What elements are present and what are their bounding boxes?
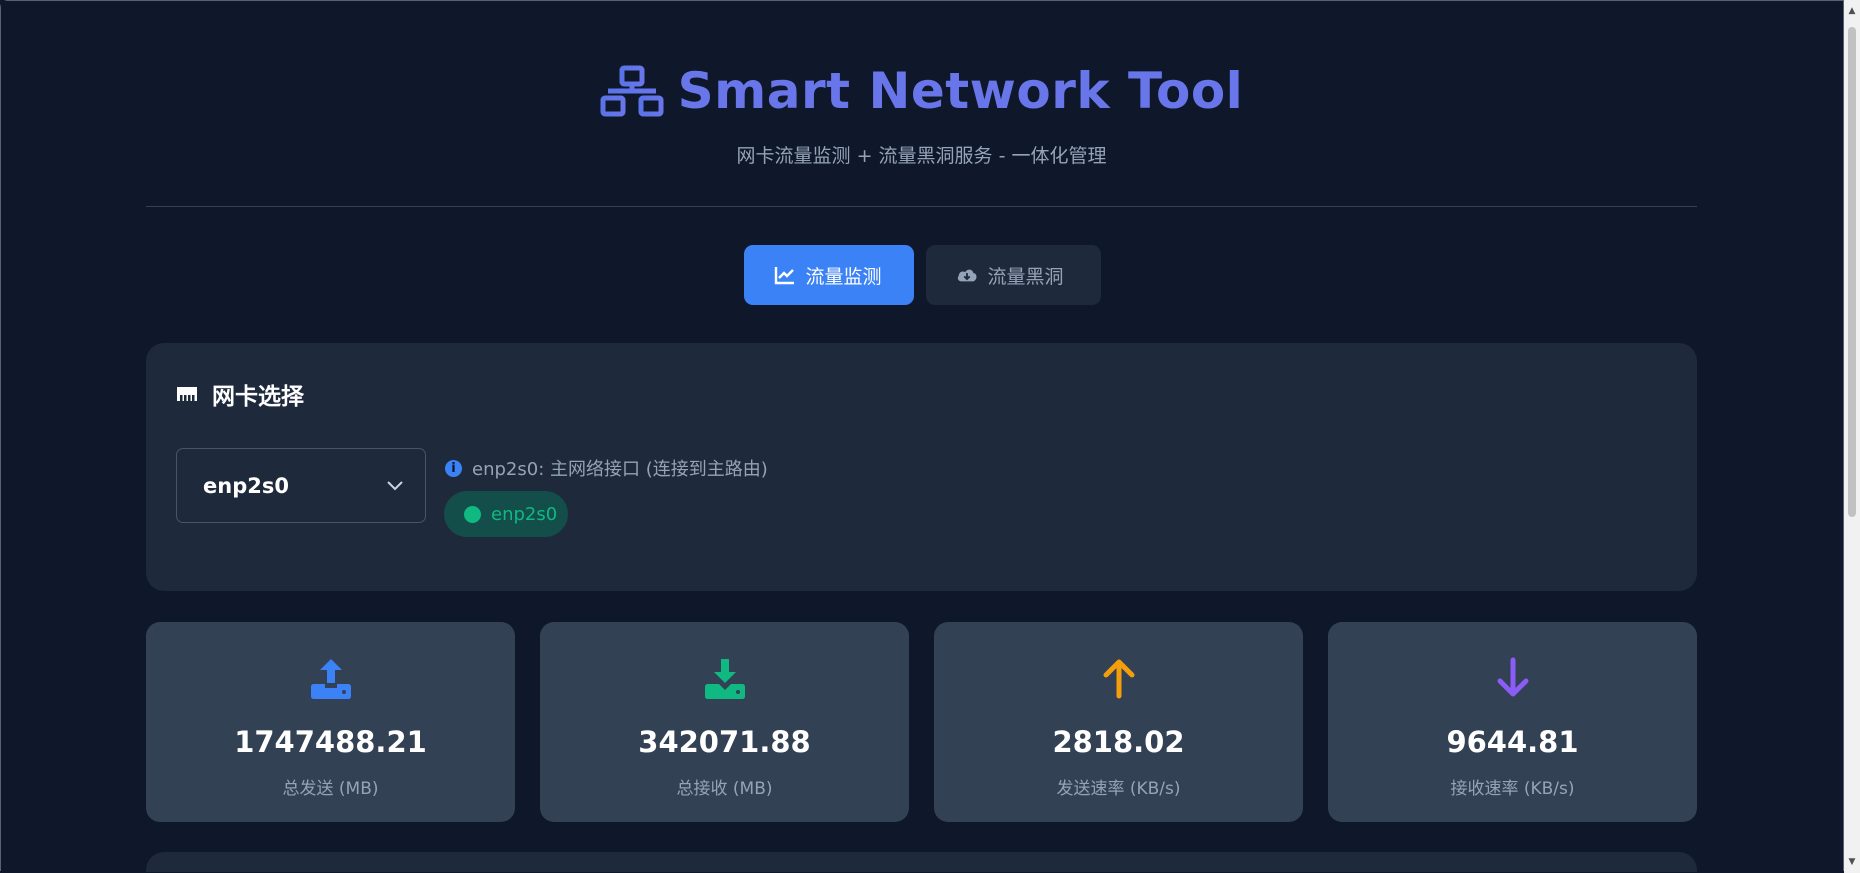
download-icon (704, 659, 745, 699)
stat-value: 9644.81 (1446, 725, 1579, 759)
status-dot-icon (464, 505, 481, 523)
scroll-thumb[interactable] (1848, 27, 1856, 517)
header: Smart Network Tool 网卡流量监测 + 流量黑洞服务 - 一体化… (146, 1, 1697, 207)
nic-info: i enp2s0: 主网络接口 (连接到主路由) (445, 455, 768, 481)
scroll-up-icon[interactable]: ▲ (1844, 3, 1860, 19)
stat-card-total-received: 342071.88 总接收 (MB) (540, 622, 909, 822)
stat-value: 342071.88 (638, 725, 811, 759)
arrow-up-icon (1103, 659, 1134, 699)
info-icon: i (445, 459, 462, 477)
stats-row: 1747488.21 总发送 (MB) 342071.88 总接收 (MB) 2… (146, 622, 1697, 822)
stat-label: 接收速率 (KB/s) (1450, 779, 1575, 799)
nic-select[interactable]: enp2s0 (176, 448, 426, 523)
vertical-scrollbar[interactable]: ▲ ▼ (1844, 0, 1860, 873)
stat-label: 发送速率 (KB/s) (1056, 779, 1181, 799)
stat-card-receive-rate: 9644.81 接收速率 (KB/s) (1328, 622, 1697, 822)
page-title: Smart Network Tool (677, 62, 1244, 120)
arrow-down-icon (1497, 657, 1528, 697)
stat-value: 2818.02 (1052, 725, 1185, 759)
network-icon (600, 65, 664, 117)
stat-label: 总接收 (MB) (676, 779, 773, 799)
ethernet-icon (177, 387, 197, 401)
tab-traffic-monitor[interactable]: 流量监测 (743, 245, 914, 305)
next-section-card (146, 852, 1697, 872)
stat-card-send-rate: 2818.02 发送速率 (KB/s) (934, 622, 1303, 822)
nic-selection-card: 网卡选择 enp2s0 i enp2s0: 主网络接口 (连接到主路由) enp… (146, 343, 1697, 591)
nic-select-value: enp2s0 (203, 473, 289, 498)
tab-bar: 流量监测 流量黑洞 (1, 245, 1843, 305)
tab-label: 流量监测 (805, 265, 882, 288)
stat-label: 总发送 (MB) (282, 779, 379, 799)
card-title-text: 网卡选择 (212, 384, 304, 410)
tab-traffic-blackhole[interactable]: 流量黑洞 (925, 245, 1101, 305)
cloud-download-icon (957, 269, 977, 282)
title-row: Smart Network Tool (146, 61, 1697, 121)
chart-line-icon (774, 267, 794, 285)
page-subtitle: 网卡流量监测 + 流量黑洞服务 - 一体化管理 (736, 145, 1107, 167)
page: Smart Network Tool 网卡流量监测 + 流量黑洞服务 - 一体化… (1, 1, 1843, 872)
card-title: 网卡选择 (174, 377, 304, 411)
stat-value: 1747488.21 (234, 725, 427, 759)
tab-label: 流量黑洞 (987, 265, 1064, 288)
scroll-down-icon[interactable]: ▼ (1844, 854, 1860, 870)
nic-info-text: enp2s0: 主网络接口 (连接到主路由) (472, 459, 768, 480)
status-badge: enp2s0 (444, 491, 568, 537)
chevron-down-icon (387, 480, 403, 490)
status-badge-text: enp2s0 (491, 503, 558, 525)
upload-icon (310, 659, 351, 699)
stat-card-total-sent: 1747488.21 总发送 (MB) (146, 622, 515, 822)
